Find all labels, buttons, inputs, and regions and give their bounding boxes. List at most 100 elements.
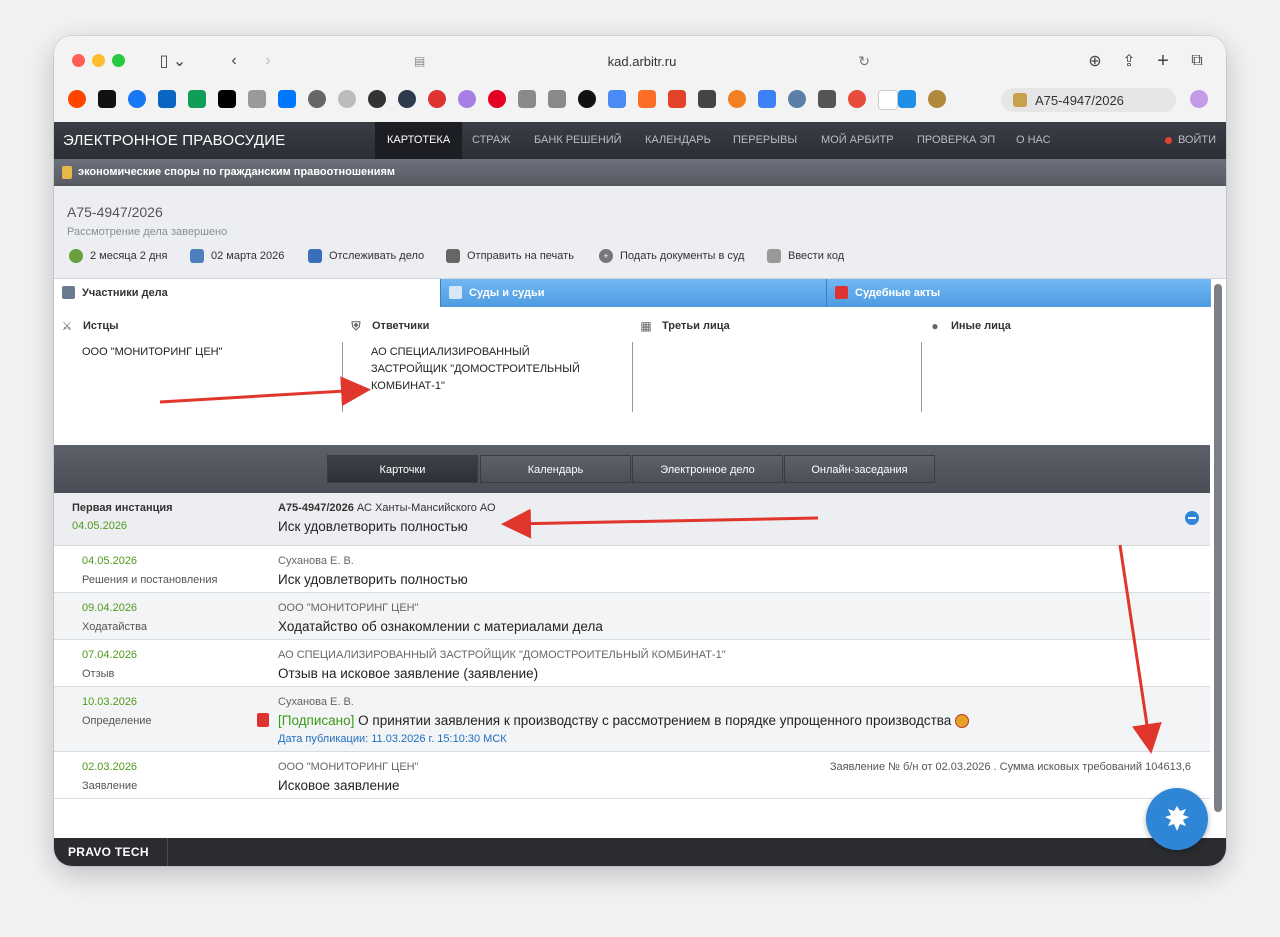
download-bookmark-icon[interactable] [428, 90, 446, 108]
address-bar[interactable]: ▤ kad.arbitr.ru ↻ [404, 46, 880, 76]
other-parties-title: Иные лица [951, 320, 1011, 332]
dot-icon[interactable] [368, 90, 386, 108]
table-row[interactable]: 07.04.2026 Отзыв АО СПЕЦИАЛИЗИРОВАННЫЙ З… [54, 640, 1210, 687]
instance-header[interactable]: Первая инстанция 04.05.2026 А75-4947/202… [54, 493, 1210, 546]
case-number: А75-4947/2026 [67, 204, 163, 220]
emblem-icon[interactable] [928, 90, 946, 108]
bookmark-one-icon[interactable] [518, 90, 536, 108]
tab-participants[interactable]: Участники дела [54, 279, 440, 307]
forward-icon[interactable]: › [256, 48, 280, 74]
emblem-chat-button[interactable] [1146, 788, 1208, 850]
minimize-window-button[interactable] [92, 54, 105, 67]
close-window-button[interactable] [72, 54, 85, 67]
entry-text[interactable]: Ходатайство об ознакомлении с материалам… [278, 619, 603, 634]
entry-text[interactable]: Иск удовлетворить полностью [278, 572, 468, 587]
plaintiff-name[interactable]: ООО "МОНИТОРИНГ ЦЕН" [82, 344, 332, 361]
nav-calendar[interactable]: КАЛЕНДАРЬ [645, 122, 711, 159]
person-silhouette-icon: ● [931, 319, 939, 333]
entry-text[interactable]: [Подписано] О принятии заявления к произ… [278, 713, 970, 729]
tabs-overview-icon[interactable]: ⧉ [1186, 48, 1208, 74]
site-brand[interactable]: ЭЛЕКТРОННОЕ ПРАВОСУДИЕ [63, 132, 285, 149]
login-button[interactable]: ВОЙТИ [1164, 122, 1216, 159]
table-row[interactable]: 04.05.2026 Решения и постановления Сухан… [54, 546, 1210, 593]
shield-party-icon: ⛨ [351, 318, 361, 333]
zoom-window-button[interactable] [112, 54, 125, 67]
bookmark-two-icon[interactable] [548, 90, 566, 108]
nav-bank-resheniy[interactable]: БАНК РЕШЕНИЙ [534, 122, 622, 159]
category-text: экономические споры по гражданским право… [78, 166, 396, 178]
back-icon[interactable]: ‹ [222, 48, 246, 74]
entry-author: Суханова Е. В. [278, 555, 354, 567]
reddit-icon[interactable] [68, 90, 86, 108]
record-icon[interactable] [848, 90, 866, 108]
entry-text[interactable]: Исковое заявление [278, 778, 400, 793]
table-row[interactable]: 02.03.2026 Заявление ООО "МОНИТОРИНГ ЦЕН… [54, 752, 1210, 799]
sidebar-toggle-icon[interactable]: ▯ ⌄ [150, 48, 196, 74]
nav-strazh[interactable]: СТРАЖ [472, 122, 510, 159]
instance-date: 04.05.2026 [72, 520, 128, 532]
y-icon[interactable] [248, 90, 266, 108]
code-icon[interactable] [698, 90, 716, 108]
gear-bookmark-icon[interactable] [398, 90, 416, 108]
microphone-icon[interactable] [818, 90, 836, 108]
tab-electronic-case[interactable]: Электронное дело [632, 455, 783, 483]
other-parties-column: ● Иные лица [922, 307, 1210, 445]
eagle-icon [1165, 806, 1189, 831]
gitlab-icon[interactable] [638, 90, 656, 108]
reload-icon[interactable]: ↻ [858, 53, 870, 70]
gemini-icon[interactable] [608, 90, 626, 108]
submit-documents-button[interactable]: + Подать документы в суд [599, 249, 744, 263]
collapse-icon[interactable] [1185, 511, 1199, 525]
gitlab-alt-icon[interactable] [668, 90, 686, 108]
vk-icon[interactable] [278, 90, 296, 108]
podcast-icon[interactable] [1190, 90, 1208, 108]
tab-calendar[interactable]: Календарь [480, 455, 631, 483]
share-icon[interactable]: ⇪ [1118, 48, 1140, 74]
footer-brand[interactable]: PRAVO TECH [68, 845, 149, 859]
table-row[interactable]: 09.04.2026 Ходатайства ООО "МОНИТОРИНГ Ц… [54, 593, 1210, 640]
pinterest-icon[interactable] [488, 90, 506, 108]
defendant-name[interactable]: АО СПЕЦИАЛИЗИРОВАННЫЙ ЗАСТРОЙЩИК "ДОМОСТ… [371, 344, 606, 395]
tab-courts[interactable]: Суды и судьи [440, 279, 827, 307]
track-case-button[interactable]: Отслеживать дело [308, 249, 424, 263]
pdf-icon[interactable] [257, 713, 269, 727]
downloads-icon[interactable]: ⊕ [1084, 48, 1106, 74]
publication-date: Дата публикации: 11.03.2026 г. 15:10:30 … [278, 733, 507, 745]
seal-icon[interactable] [788, 90, 806, 108]
nav-kartoteka[interactable]: КАРТОТЕКА [375, 122, 463, 159]
sheets-icon[interactable] [188, 90, 206, 108]
p-icon[interactable] [728, 90, 746, 108]
compass-icon[interactable] [338, 90, 356, 108]
flower-icon[interactable] [458, 90, 476, 108]
new-tab-icon[interactable]: + [1152, 48, 1174, 74]
entry-author: ООО "МОНИТОРИНГ ЦЕН" [278, 602, 419, 614]
scrollbar[interactable] [1214, 284, 1222, 812]
tab-cards[interactable]: Карточки [327, 455, 478, 483]
nav-proverka-ep[interactable]: ПРОВЕРКА ЭП [917, 122, 995, 159]
x-icon[interactable] [218, 90, 236, 108]
chart-icon[interactable] [758, 90, 776, 108]
linkedin-icon[interactable] [158, 90, 176, 108]
entry-text[interactable]: Отзыв на исковое заявление (заявление) [278, 666, 538, 681]
facebook-icon[interactable] [128, 90, 146, 108]
eye-icon[interactable] [578, 90, 596, 108]
tab-acts[interactable]: Судебные акты [826, 279, 1211, 307]
table-row[interactable]: 10.03.2026 Определение Суханова Е. В. [П… [54, 687, 1210, 752]
nav-o-nas[interactable]: О НАС [1016, 122, 1051, 159]
nav-moy-arbitr[interactable]: МОЙ АРБИТР [821, 122, 894, 159]
case-status: Рассмотрение дела завершено [67, 226, 228, 238]
person-icon [62, 286, 75, 299]
login-dot-icon [1164, 136, 1172, 144]
parties-panel: ⚔ Истцы ООО "МОНИТОРИНГ ЦЕН" ⛨ Ответчики А… [54, 307, 1210, 445]
footer-bar: PRAVO TECH [54, 838, 1226, 866]
tab-online-sessions[interactable]: Онлайн-заседания [784, 455, 935, 483]
print-button[interactable]: Отправить на печать [446, 249, 574, 263]
case-header: А75-4947/2026 Рассмотрение дела завершен… [54, 186, 1226, 279]
enter-code-button[interactable]: Ввести код [767, 249, 844, 263]
threads-icon[interactable] [98, 90, 116, 108]
nav-pereryvy[interactable]: ПЕРЕРЫВЫ [733, 122, 797, 159]
globe-icon[interactable] [308, 90, 326, 108]
bing-icon[interactable] [898, 90, 916, 108]
active-tab[interactable]: A75-4947/2026 [1001, 88, 1176, 112]
url-text: kad.arbitr.ru [607, 53, 677, 69]
